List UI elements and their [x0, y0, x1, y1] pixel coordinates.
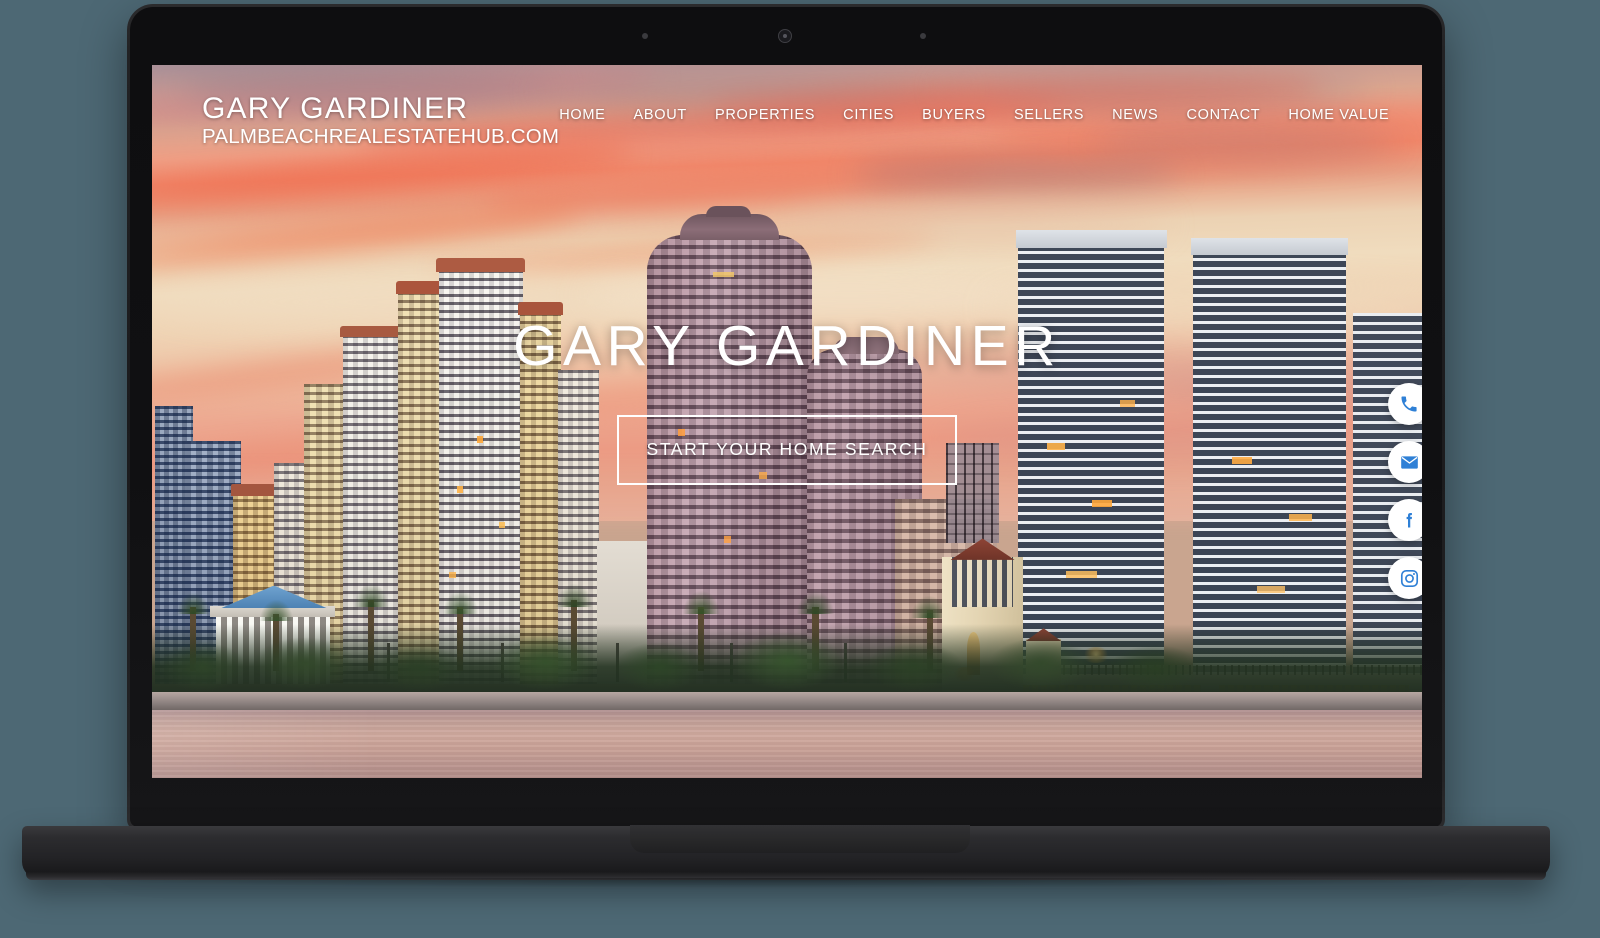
laptop-screen: GARY GARDINER PALMBEACHREALESTATEHUB.COM… — [152, 65, 1422, 778]
main-navigation: HOME ABOUT PROPERTIES CITIES BUYERS SELL… — [559, 93, 1395, 123]
instagram-icon — [1400, 569, 1418, 587]
start-home-search-button[interactable]: START YOUR HOME SEARCH — [617, 414, 957, 485]
email-icon — [1400, 455, 1418, 469]
nav-item-buyers[interactable]: BUYERS — [922, 107, 986, 123]
bezel-sensor-right-icon — [920, 33, 926, 39]
page-root: GARY GARDINER PALMBEACHREALESTATEHUB.COM… — [0, 0, 1600, 938]
brand-logo[interactable]: GARY GARDINER PALMBEACHREALESTATEHUB.COM — [202, 93, 559, 149]
nav-item-home-value[interactable]: HOME VALUE — [1288, 107, 1389, 123]
brand-name: GARY GARDINER — [202, 92, 469, 125]
nav-item-about[interactable]: ABOUT — [634, 107, 687, 123]
nav-item-sellers[interactable]: SELLERS — [1014, 107, 1084, 123]
social-rail — [1388, 383, 1422, 599]
site-header: GARY GARDINER PALMBEACHREALESTATEHUB.COM… — [152, 65, 1422, 149]
laptop-hinge-notch — [630, 825, 970, 853]
intracoastal-water — [152, 709, 1422, 778]
facebook-icon — [1406, 513, 1412, 528]
brand-domain: PALMBEACHREALESTATEHUB.COM — [202, 124, 560, 148]
laptop-drop-shadow — [60, 878, 1512, 888]
palm-tree-line — [152, 624, 1422, 696]
nav-item-news[interactable]: NEWS — [1112, 107, 1158, 123]
phone-button[interactable] — [1388, 383, 1422, 425]
nav-item-properties[interactable]: PROPERTIES — [715, 107, 815, 123]
waterfront-promenade — [152, 692, 1422, 711]
nav-item-contact[interactable]: CONTACT — [1186, 107, 1260, 123]
bezel-sensor-left-icon — [642, 33, 648, 39]
instagram-button[interactable] — [1388, 557, 1422, 599]
facebook-button[interactable] — [1388, 499, 1422, 541]
phone-icon — [1401, 396, 1417, 412]
nav-item-home[interactable]: HOME — [559, 107, 605, 123]
email-button[interactable] — [1388, 441, 1422, 483]
nav-item-cities[interactable]: CITIES — [843, 107, 894, 123]
webcam-icon — [778, 29, 792, 43]
